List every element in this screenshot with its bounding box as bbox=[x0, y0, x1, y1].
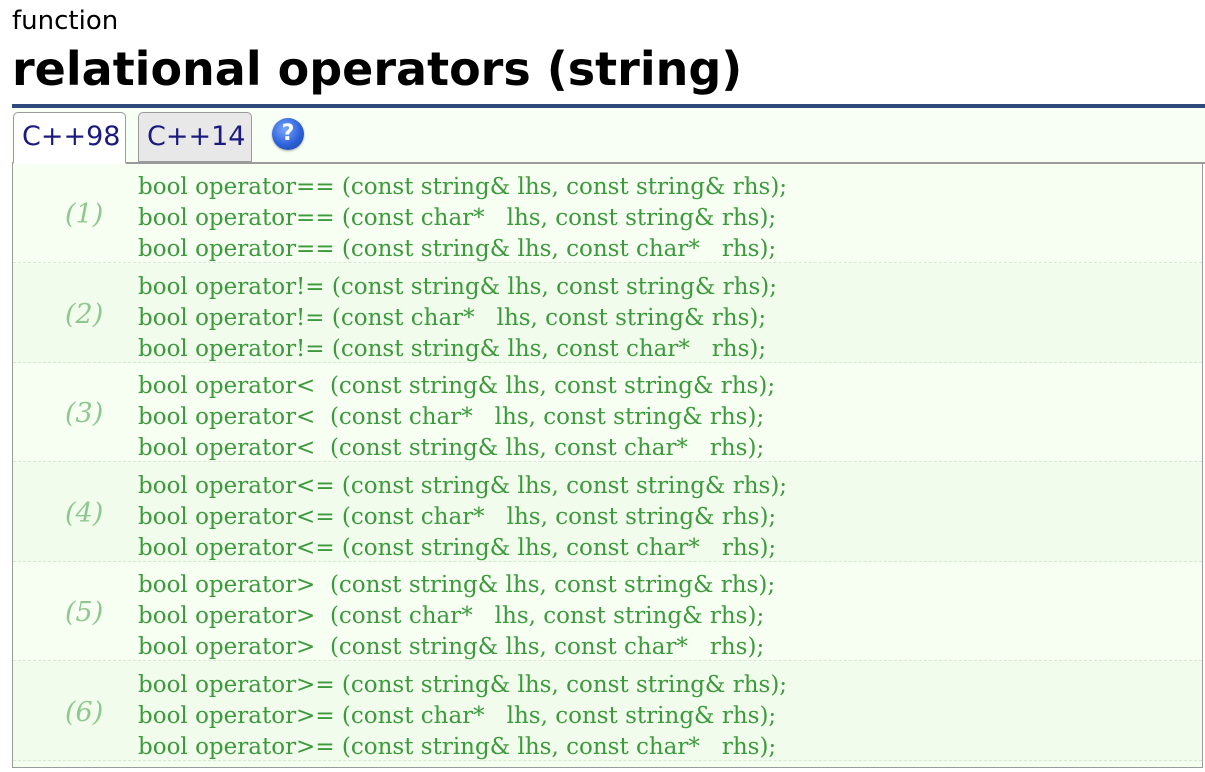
prototype-line: bool operator!= (const string& lhs, cons… bbox=[138, 336, 767, 362]
prototype-group-4: (4) bool operator<= (const string& lhs, … bbox=[13, 463, 1202, 562]
prototype-line: bool operator!= (const string& lhs, cons… bbox=[138, 274, 778, 300]
prototype-line: bool operator< (const char* lhs, const s… bbox=[138, 404, 765, 430]
page-title: relational operators (string) bbox=[12, 42, 743, 96]
prototype-group-3: (3) bool operator< (const string& lhs, c… bbox=[13, 363, 1202, 462]
prototype-line: bool operator> (const string& lhs, const… bbox=[138, 634, 765, 660]
prototype-panel: (1) bool operator== (const string& lhs, … bbox=[12, 164, 1203, 768]
prototype-group-6: (6) bool operator>= (const string& lhs, … bbox=[13, 662, 1202, 761]
prototype-line: bool operator== (const char* lhs, const … bbox=[138, 205, 777, 231]
prototype-line: bool operator== (const string& lhs, cons… bbox=[138, 236, 777, 262]
prototype-group-5: (5) bool operator> (const string& lhs, c… bbox=[13, 562, 1202, 661]
version-tabstrip: C++98 C++14 ? bbox=[12, 108, 1205, 164]
prototype-line: bool operator>= (const string& lhs, cons… bbox=[138, 734, 777, 760]
prototype-line: bool operator< (const string& lhs, const… bbox=[138, 373, 776, 399]
prototype-line: bool operator>= (const char* lhs, const … bbox=[138, 703, 777, 729]
group-number: (3) bbox=[65, 398, 104, 429]
prototype-line: bool operator> (const string& lhs, const… bbox=[138, 572, 776, 598]
prototype-line: bool operator> (const char* lhs, const s… bbox=[138, 603, 765, 629]
prototype-line: bool operator<= (const char* lhs, const … bbox=[138, 504, 777, 530]
group-number: (6) bbox=[65, 697, 104, 728]
prototype-line: bool operator!= (const char* lhs, const … bbox=[138, 305, 767, 331]
group-number: (1) bbox=[65, 199, 104, 230]
prototype-line: bool operator>= (const string& lhs, cons… bbox=[138, 672, 788, 698]
tab-cpp98[interactable]: C++98 bbox=[13, 112, 126, 164]
prototype-line: bool operator<= (const string& lhs, cons… bbox=[138, 535, 777, 561]
group-number: (4) bbox=[65, 498, 104, 529]
prototype-line: bool operator< (const string& lhs, const… bbox=[138, 435, 765, 461]
prototype-line: bool operator<= (const string& lhs, cons… bbox=[138, 473, 788, 499]
prototype-group-2: (2) bool operator!= (const string& lhs, … bbox=[13, 264, 1202, 363]
entity-kind: function bbox=[12, 6, 119, 36]
prototype-line: bool operator== (const string& lhs, cons… bbox=[138, 174, 788, 200]
group-number: (2) bbox=[65, 299, 104, 330]
help-icon[interactable]: ? bbox=[272, 118, 304, 150]
prototype-group-1: (1) bool operator== (const string& lhs, … bbox=[13, 164, 1202, 263]
group-number: (5) bbox=[65, 597, 104, 628]
tab-cpp14[interactable]: C++14 bbox=[138, 112, 252, 162]
